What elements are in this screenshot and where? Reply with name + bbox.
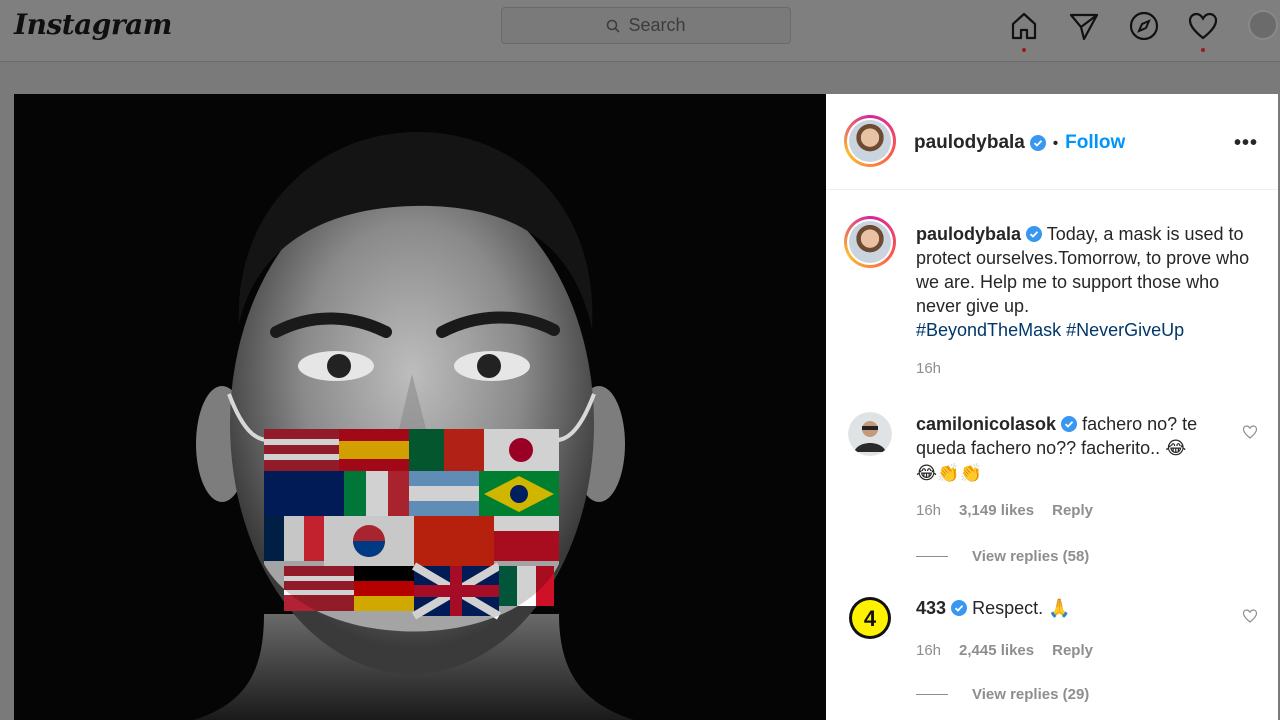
verified-badge-icon <box>1061 416 1078 432</box>
home-icon[interactable] <box>1008 10 1040 42</box>
activity-heart-icon[interactable] <box>1187 10 1219 42</box>
flag-mask <box>264 429 559 632</box>
caption-username[interactable]: paulodybala <box>916 224 1021 244</box>
post-header: paulodybala • Follow ••• <box>826 94 1278 190</box>
post-side-panel: paulodybala • Follow ••• paulodybala Tod… <box>826 94 1278 720</box>
view-replies-label: View replies (58) <box>972 548 1090 565</box>
post-image[interactable] <box>14 94 826 720</box>
svg-text:4: 4 <box>864 606 877 631</box>
author-username[interactable]: paulodybala <box>914 132 1025 154</box>
comment-timestamp[interactable]: 16h <box>916 502 941 519</box>
search-icon <box>607 19 621 33</box>
notification-dot <box>1201 48 1205 52</box>
comment-text: 433 Respect. 🙏 <box>916 596 1216 621</box>
author-avatar[interactable] <box>844 115 896 167</box>
more-options-icon[interactable]: ••• <box>1234 132 1258 155</box>
emoji-sequence: 😂👏👏 <box>916 463 982 484</box>
comment-meta: 16h 2,445 likes Reply <box>916 642 1093 659</box>
separator-dot: • <box>1052 134 1059 152</box>
comment-likes[interactable]: 3,149 likes <box>959 502 1034 519</box>
commenter-avatar[interactable] <box>848 412 892 456</box>
comment-username[interactable]: 433 <box>916 598 946 618</box>
direct-icon[interactable] <box>1068 10 1100 42</box>
view-replies-button[interactable]: View replies (29) <box>916 686 1089 703</box>
replies-divider-line <box>916 556 948 557</box>
commenter-avatar[interactable]: 4 <box>848 596 892 640</box>
follow-button[interactable]: Follow <box>1065 132 1125 154</box>
comment-meta: 16h 3,149 likes Reply <box>916 502 1093 519</box>
caption-author-avatar[interactable] <box>844 216 896 268</box>
profile-avatar[interactable] <box>1248 10 1278 40</box>
comment-body: Respect. <box>972 598 1044 618</box>
notification-dot <box>1022 48 1026 52</box>
instagram-logo[interactable]: Instagram <box>14 8 172 41</box>
explore-icon[interactable] <box>1128 10 1160 42</box>
comment-timestamp[interactable]: 16h <box>916 642 941 659</box>
comment-username[interactable]: camilonicolasok <box>916 414 1056 434</box>
view-replies-label: View replies (29) <box>972 686 1090 703</box>
verified-badge-icon <box>951 600 968 616</box>
caption-text: paulodybala Today, a mask is used to pro… <box>916 222 1258 342</box>
search-placeholder: Search <box>628 15 686 35</box>
comment-likes[interactable]: 2,445 likes <box>959 642 1034 659</box>
emoji-praying-hands: 🙏 <box>1048 598 1071 619</box>
hashtag-link[interactable]: #BeyondTheMask <box>916 320 1061 340</box>
hashtag-link[interactable]: #NeverGiveUp <box>1066 320 1184 340</box>
emoji-laughing: 😂 <box>1165 438 1187 459</box>
verified-badge-icon <box>1029 135 1046 151</box>
portrait-with-flag-mask <box>14 94 826 720</box>
like-comment-heart-icon[interactable] <box>1242 608 1258 624</box>
view-replies-button[interactable]: View replies (58) <box>916 548 1089 565</box>
comment-text: camilonicolasok fachero no? te queda fac… <box>916 412 1216 486</box>
reply-button[interactable]: Reply <box>1052 502 1093 519</box>
search-input[interactable]: Search <box>501 7 791 44</box>
replies-divider-line <box>916 694 948 695</box>
reply-button[interactable]: Reply <box>1052 642 1093 659</box>
like-comment-heart-icon[interactable] <box>1242 424 1258 440</box>
caption-timestamp[interactable]: 16h <box>916 360 941 377</box>
post-author-row: paulodybala • Follow <box>914 132 1125 154</box>
top-navigation-bar: Instagram Search <box>0 0 1280 62</box>
verified-badge-icon <box>1026 226 1043 242</box>
